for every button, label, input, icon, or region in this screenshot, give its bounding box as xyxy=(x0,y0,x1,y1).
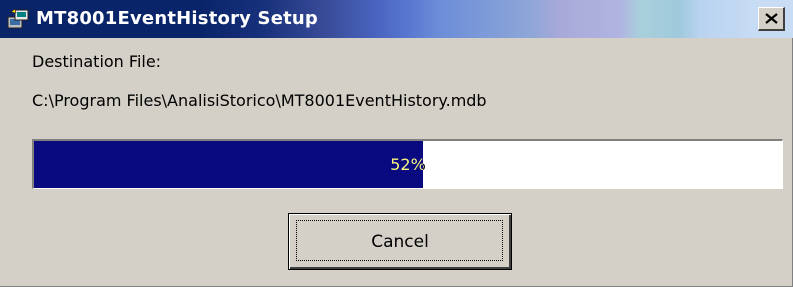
close-icon xyxy=(765,13,778,24)
destination-file-label: Destination File: xyxy=(32,52,162,71)
cancel-button[interactable]: Cancel xyxy=(288,213,512,270)
cancel-button-label: Cancel xyxy=(371,232,429,252)
close-button[interactable] xyxy=(758,7,785,31)
progress-bar: 52% xyxy=(32,139,783,189)
window-title: MT8001EventHistory Setup xyxy=(36,8,319,29)
setup-dialog: MT8001EventHistory Setup Destination Fil… xyxy=(0,0,793,287)
title-bar[interactable]: MT8001EventHistory Setup xyxy=(0,0,793,38)
progress-percent-text: 52% xyxy=(390,155,426,174)
destination-file-path: C:\Program Files\AnalisiStorico\MT8001Ev… xyxy=(32,91,487,110)
setup-installer-icon xyxy=(7,8,31,30)
